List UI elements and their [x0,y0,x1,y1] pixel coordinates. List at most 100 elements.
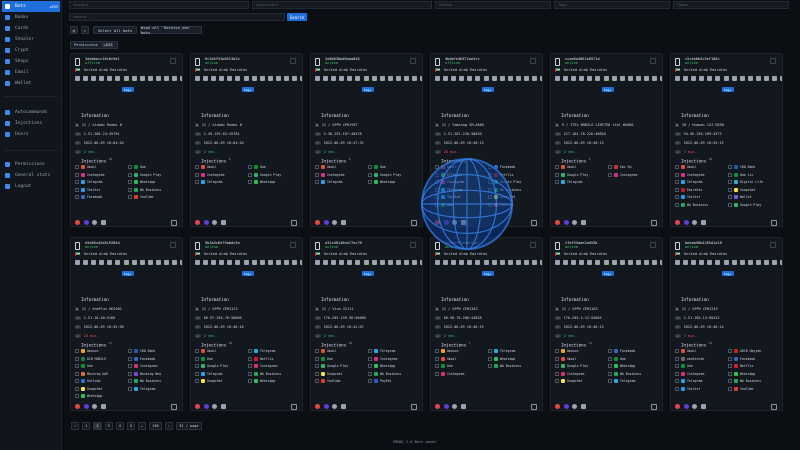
injection-item[interactable]: WA Business [128,379,161,383]
chart-icon[interactable] [147,260,153,265]
trash-icon[interactable] [532,260,538,265]
trash-icon[interactable] [100,220,106,225]
heart-icon[interactable] [555,404,560,409]
phone-call-icon[interactable] [107,76,113,81]
phone-call-icon[interactable] [707,260,713,265]
checkbox[interactable] [728,172,732,177]
checkbox[interactable] [75,394,79,398]
checkbox[interactable] [315,364,319,368]
bell-icon[interactable] [619,76,625,81]
screen-icon[interactable] [515,76,521,81]
injection-item[interactable]: Telegram [675,379,702,383]
eye-icon[interactable] [675,76,680,81]
mail-icon[interactable] [603,260,609,265]
checkbox[interactable] [675,172,679,177]
injection-item[interactable]: Emirates [675,187,702,192]
checkbox[interactable] [315,180,319,184]
contacts-icon[interactable] [371,76,377,81]
note-icon[interactable] [83,220,89,225]
screen-icon[interactable] [635,76,641,81]
trash-icon[interactable] [460,404,466,409]
injection-item[interactable]: Telegram [608,379,635,383]
upload-icon[interactable] [691,260,697,265]
checkbox[interactable] [195,349,199,353]
checkbox[interactable] [248,371,252,376]
bot-card[interactable]: 6c2b5f51b8513b2e online United Arab Emirat… [190,53,303,227]
injection-item[interactable]: WhatsApp [368,180,395,184]
bot-select-checkbox[interactable] [530,242,536,248]
tags-button[interactable]: Tags [241,87,254,92]
checkbox[interactable] [608,165,612,169]
settings-icon[interactable] [404,260,410,265]
heart-icon[interactable] [675,220,680,225]
bot-select-checkbox[interactable] [410,58,416,64]
tags-button[interactable]: Tags [481,87,494,92]
checkbox[interactable] [555,371,559,376]
lock-icon[interactable] [475,76,481,81]
screen-icon[interactable] [635,260,641,265]
injection-item[interactable]: Telegram [368,349,395,353]
heart-icon[interactable] [315,404,320,409]
bell-icon[interactable] [139,260,145,265]
contacts-icon[interactable] [491,76,497,81]
injection-item[interactable]: Instagram [555,371,584,376]
injection-item[interactable]: Google Play [555,364,588,368]
tags-button[interactable]: Tags [601,271,614,276]
checkbox[interactable] [728,379,732,383]
eye-icon[interactable] [75,260,80,265]
sms-icon[interactable] [99,260,105,265]
key-icon[interactable] [300,260,302,265]
injection-item[interactable]: Uae [128,165,146,169]
bot-card[interactable]: e5e66cd2e8c9284d online United Arab Emirat… [70,237,183,411]
note-icon[interactable] [83,404,89,409]
sms-icon[interactable] [459,76,465,81]
checkbox[interactable] [128,364,132,368]
injection-item[interactable]: Outlook [75,379,100,383]
upload-icon[interactable] [211,260,217,265]
injection-item[interactable]: Wallet [728,195,752,199]
injection-item[interactable]: emaStoreU [675,356,704,361]
injection-item[interactable]: Gmail [315,165,337,169]
trash-icon[interactable] [340,404,346,409]
checkbox[interactable] [728,349,732,353]
checkbox[interactable] [128,386,132,391]
bot-select-checkbox[interactable] [170,58,176,64]
injection-item[interactable]: WA Business [675,202,708,207]
bot-select-checkbox[interactable] [770,242,776,248]
injection-item[interactable]: Uae [368,165,386,169]
mail-icon[interactable] [483,76,489,81]
prev-page-button[interactable]: ‹ [71,422,80,430]
checkbox[interactable] [675,187,679,192]
injection-item[interactable]: PayPal [368,379,392,383]
tags-button[interactable]: Tags [121,271,134,276]
screen-icon[interactable] [155,76,161,81]
filter-injections[interactable]: Injections [252,1,432,9]
checkbox[interactable] [675,195,679,199]
injection-item[interactable]: ADCB Hayyak [728,349,761,353]
permissions-chip[interactable]: Permissions +633 [70,41,119,49]
trash-icon[interactable] [772,260,778,265]
open-details-icon[interactable] [651,404,657,410]
bell-icon[interactable] [739,260,745,265]
open-details-icon[interactable] [171,220,177,226]
injection-item[interactable]: Instagram [675,172,704,177]
checkbox[interactable] [675,165,679,169]
checkbox[interactable] [675,364,679,368]
sidebar-item-logout[interactable]: Logout [2,181,60,192]
injection-item[interactable]: Telegram [75,180,102,184]
note-icon[interactable] [563,404,569,409]
upload-icon[interactable] [91,76,97,81]
checkbox[interactable] [608,349,612,353]
note-icon[interactable] [203,220,209,225]
key-icon[interactable] [540,260,542,265]
chart-icon[interactable] [627,260,633,265]
bell-icon[interactable] [499,76,505,81]
key-icon[interactable] [420,76,422,81]
injection-item[interactable]: Netflix [728,364,753,368]
select-all-button[interactable]: Select all bots [93,26,137,34]
settings-icon[interactable] [644,76,650,81]
checkbox[interactable] [315,379,319,383]
checkbox[interactable] [675,386,679,391]
settings-icon[interactable] [764,76,770,81]
bell-icon[interactable] [619,260,625,265]
